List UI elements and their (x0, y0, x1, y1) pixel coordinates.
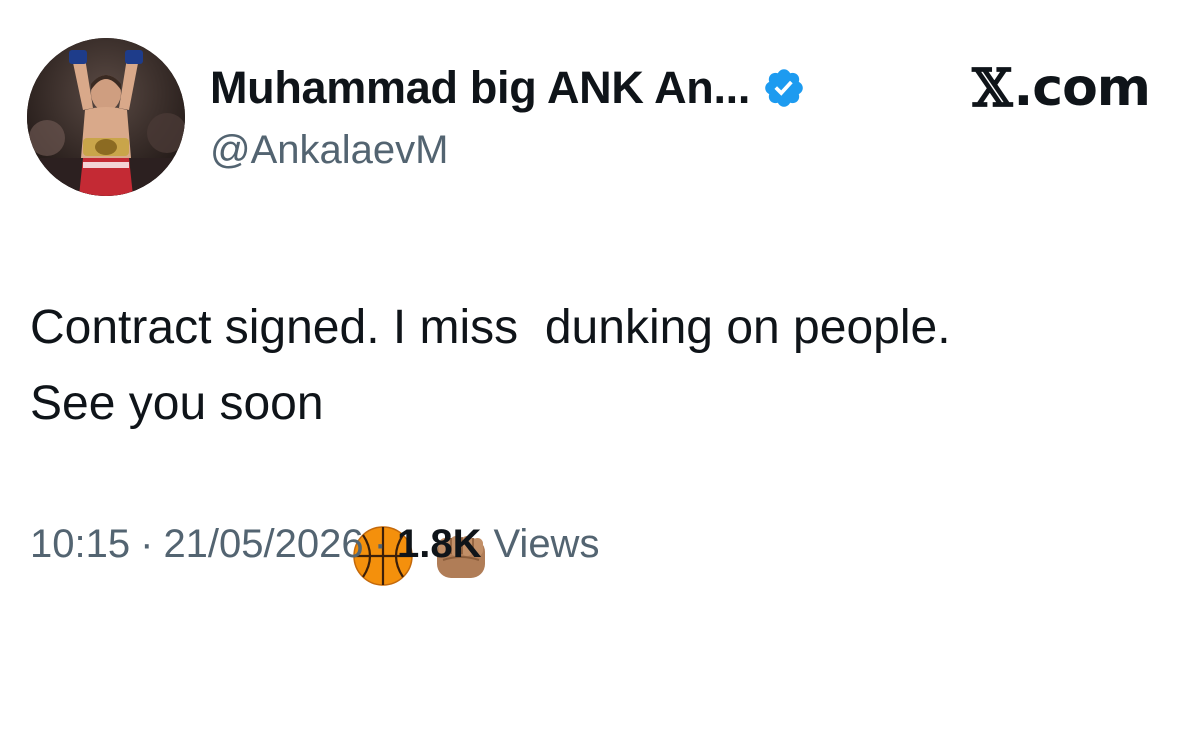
brand-domain: .com (1013, 58, 1151, 118)
fist-emoji-icon (429, 372, 493, 578)
tweet-card: Muhammad big ANK An... @AnkalaevM 𝕏 .com… (0, 0, 1200, 591)
tweet-text-line-1: Contract signed. I miss dunking on peopl… (30, 301, 951, 354)
tweet-time[interactable]: 10:15 (30, 522, 130, 567)
basketball-emoji-icon (351, 372, 415, 586)
meta-separator: · (140, 522, 154, 566)
meta-separator: · (373, 522, 387, 566)
tweet-meta: 10:15 · 21/05/2026 · 1.8K Views (30, 522, 599, 567)
tweet-date[interactable]: 21/05/2026 (163, 522, 363, 567)
verified-badge-icon[interactable] (762, 66, 806, 110)
x-com-watermark: 𝕏 .com (972, 57, 1151, 119)
avatar[interactable] (27, 38, 185, 196)
tweet-text-line-2: See you soon (30, 377, 337, 430)
avatar-image (27, 38, 185, 196)
x-logo-icon: 𝕏 (972, 57, 1012, 119)
author-display-name[interactable]: Muhammad big ANK An... (210, 62, 750, 114)
tweet-text-line-2-row: See you soon (30, 366, 1180, 586)
author-name-row: Muhammad big ANK An... (210, 58, 806, 118)
author-handle[interactable]: @AnkalaevM (210, 128, 448, 173)
views-count: 1.8K (396, 522, 482, 566)
tweet-text: Contract signed. I miss dunking on peopl… (30, 290, 1180, 586)
views-label: Views (493, 522, 600, 566)
